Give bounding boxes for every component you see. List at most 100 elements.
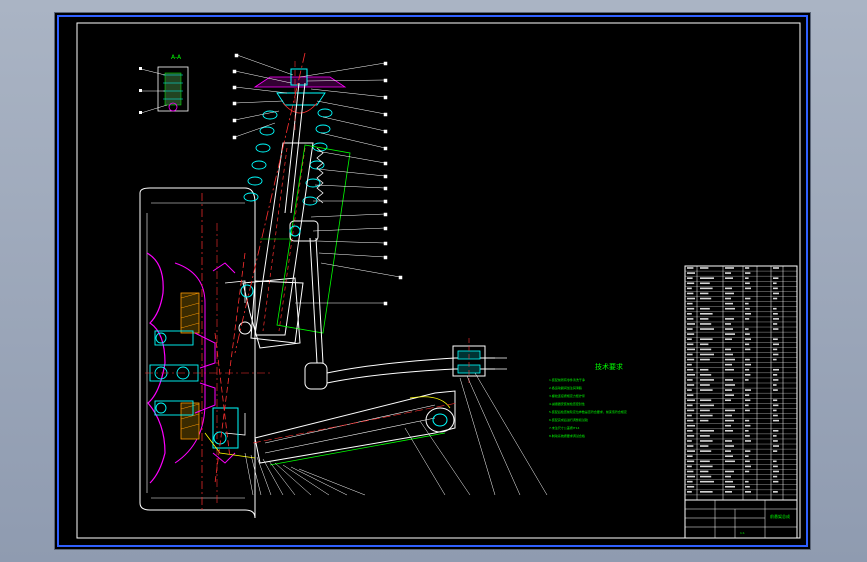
bom-cell-mark	[745, 379, 749, 381]
bom-cell-mark	[773, 480, 779, 483]
bom-cell-mark	[745, 491, 751, 493]
bom-cell-mark	[725, 440, 732, 442]
bom-cell-mark	[700, 404, 714, 407]
technical-requirements: 技术要求 1.装配前所有零件清洗干净 2.各运动副间加注润滑脂 3.螺纹连接按规…	[549, 362, 627, 438]
bom-cell-mark	[773, 379, 779, 381]
tech-req-line: 1.装配前所有零件清洗干净	[549, 377, 585, 382]
bom-cell-mark	[687, 267, 694, 269]
bom-cell-mark	[700, 297, 712, 300]
tech-req-line: 4.减振器安装前检查密封性	[549, 401, 585, 406]
bom-cell-mark	[700, 348, 712, 351]
scale-value: 1:1	[740, 531, 745, 535]
bom-cell-mark	[773, 409, 777, 412]
wheel-assembly	[139, 187, 270, 519]
bom-cell-mark	[687, 312, 692, 315]
bom-cell-mark	[687, 292, 694, 295]
bom-cell-mark	[700, 414, 713, 417]
bom-cell-mark	[700, 475, 712, 478]
bom-cell-mark	[687, 287, 692, 290]
bom-cell-mark	[687, 348, 695, 351]
bom-cell-mark	[687, 394, 694, 396]
bom-cell-mark	[687, 475, 695, 478]
bom-cell-mark	[773, 450, 778, 452]
bom-cell-mark	[745, 328, 749, 330]
bom-cell-mark	[700, 287, 713, 290]
bom-cell-mark	[773, 374, 778, 376]
bom-cell-mark	[745, 435, 750, 437]
bom-cell-mark	[700, 491, 713, 493]
bom-cell-mark	[687, 328, 693, 330]
bom-cell-mark	[687, 404, 693, 407]
bom-cell-mark	[745, 272, 751, 274]
bom-cell-mark	[725, 455, 733, 458]
bom-cell-mark	[687, 333, 695, 335]
bom-cell-mark	[745, 302, 749, 305]
bom-cell-mark	[700, 328, 714, 330]
lower-control-arm	[252, 338, 507, 466]
bom-cell-mark	[725, 414, 732, 417]
tech-req-title: 技术要求	[595, 362, 623, 371]
bom-cell-mark	[745, 470, 750, 473]
bom-cell-mark	[745, 485, 750, 488]
bom-cell-mark	[773, 307, 777, 310]
bom-cell-mark	[773, 465, 778, 468]
bom-cell-mark	[773, 404, 779, 407]
bom-cell-mark	[725, 267, 734, 269]
bom-cell-mark	[773, 440, 778, 442]
bom-cell-mark	[725, 338, 732, 341]
bom-cell-mark	[725, 363, 732, 366]
bom-cell-mark	[725, 485, 735, 488]
bom-cell-mark	[725, 445, 734, 447]
bom-cell-mark	[725, 353, 733, 356]
bom-cell-mark	[700, 465, 713, 468]
bom-cell-mark	[687, 429, 693, 432]
bom-cell-mark	[700, 374, 712, 376]
bom-cell-mark	[725, 399, 731, 402]
bom-cell-mark	[700, 312, 713, 315]
bom-cell-mark	[725, 302, 733, 305]
bom-cell-mark	[745, 419, 750, 422]
detail-view-a-a: A-A	[139, 54, 189, 114]
bom-cell-mark	[725, 328, 733, 330]
bom-cell-mark	[700, 450, 712, 452]
bom-cell-mark	[773, 399, 778, 402]
bom-cell-mark	[687, 368, 694, 371]
bom-cell-mark	[725, 409, 735, 412]
bom-cell-mark	[745, 277, 749, 279]
bom-cell-mark	[745, 318, 750, 320]
bom-cell-mark	[700, 384, 710, 386]
bom-cell-mark	[687, 318, 694, 320]
bom-cell-mark	[700, 282, 710, 285]
bom-cell-mark	[725, 480, 733, 483]
bom-cell-mark	[745, 363, 751, 366]
bom-cell-mark	[687, 460, 695, 463]
bom-cell-mark	[725, 368, 734, 371]
bom-cell-mark	[773, 491, 778, 493]
bom-cell-mark	[687, 491, 692, 493]
bom-cell-mark	[687, 353, 693, 356]
bom-cell-mark	[700, 379, 714, 381]
bom-cell-mark	[745, 368, 750, 371]
bom-cell-mark	[773, 338, 778, 341]
bom-cell-mark	[725, 277, 733, 279]
bom-cell-mark	[745, 297, 751, 300]
bom-cell-mark	[773, 419, 779, 422]
bom-cell-mark	[725, 333, 735, 335]
bom-cell-mark	[725, 292, 734, 295]
bom-cell-mark	[725, 318, 734, 320]
bom-cell-mark	[725, 379, 733, 381]
bom-cell-mark	[773, 445, 779, 447]
bom-cell-mark	[700, 358, 710, 361]
bom-cell-mark	[687, 307, 695, 310]
bom-cell-mark	[745, 374, 751, 376]
bom-cell-mark	[687, 374, 695, 376]
bom-cell-mark	[773, 353, 779, 356]
bom-cell-mark	[687, 435, 695, 437]
bom-cell-mark	[745, 282, 750, 285]
tech-req-line: 7.未注尺寸公差按IT14	[549, 425, 579, 430]
bom-cell-mark	[745, 465, 751, 468]
bom-cell-mark	[725, 419, 734, 422]
bom-cell-mark	[745, 450, 751, 452]
bom-cell-mark	[745, 429, 749, 432]
bom-cell-mark	[725, 358, 735, 361]
